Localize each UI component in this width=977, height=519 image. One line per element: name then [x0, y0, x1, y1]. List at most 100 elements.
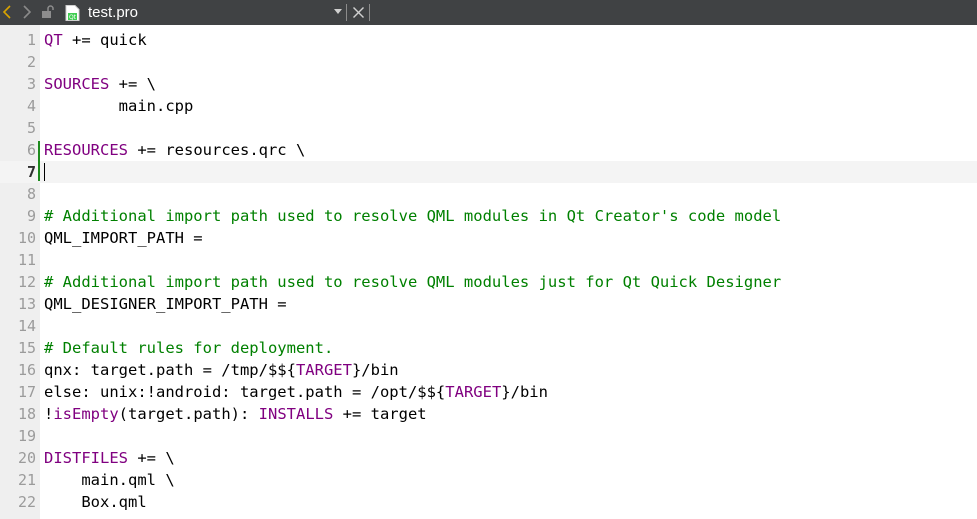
code-token: }/bin: [501, 383, 548, 401]
code-line[interactable]: 12 # Additional import path used to resol…: [0, 271, 977, 293]
code-line[interactable]: 18 !isEmpty(target.path): INSTALLS += tar…: [0, 403, 977, 425]
keyword-token: RESOURCES: [44, 141, 128, 159]
line-number: 7: [26, 163, 36, 181]
close-icon[interactable]: [351, 5, 366, 20]
code-line[interactable]: 16 qnx: target.path = /tmp/$${TARGET}/bin: [0, 359, 977, 381]
line-number: 22: [17, 493, 36, 511]
code-token: else: unix:!android: target.path = /opt/…: [44, 383, 446, 401]
back-button[interactable]: [0, 2, 16, 22]
line-text: QML_DESIGNER_IMPORT_PATH =: [44, 293, 287, 315]
line-text: QML_IMPORT_PATH =: [44, 227, 203, 249]
keyword-token: TARGET: [295, 361, 352, 379]
code-token: += target: [333, 405, 427, 423]
line-number: 6: [26, 141, 36, 159]
code-token: += resources.qrc \: [128, 141, 306, 159]
line-text: DISTFILES += \: [44, 447, 175, 469]
code-line[interactable]: 11: [0, 249, 977, 271]
keyword-token: isEmpty: [53, 405, 119, 423]
line-number: 1: [26, 31, 36, 49]
line-number: 2: [26, 53, 36, 71]
chevron-left-icon: [2, 5, 11, 19]
toolbar-divider: [346, 4, 347, 21]
code-line[interactable]: 5: [0, 117, 977, 139]
line-number: 17: [17, 383, 36, 401]
open-file-name: test.pro: [88, 4, 139, 21]
code-line[interactable]: 1 QT += quick: [0, 29, 977, 51]
line-text: else: unix:!android: target.path = /opt/…: [44, 381, 548, 403]
line-number: 19: [17, 427, 36, 445]
line-number: 21: [17, 471, 36, 489]
line-number: 18: [17, 405, 36, 423]
code-token: += \: [109, 75, 156, 93]
line-number: 3: [26, 75, 36, 93]
keyword-token: QT: [44, 31, 63, 49]
code-line[interactable]: 4 main.cpp: [0, 95, 977, 117]
line-number: 13: [17, 295, 36, 313]
line-number: 11: [17, 251, 36, 269]
code-line[interactable]: 9 # Additional import path used to resolv…: [0, 205, 977, 227]
line-number: 20: [17, 449, 36, 467]
code-token: !: [44, 405, 54, 423]
comment-token: # Default rules for deployment.: [44, 339, 334, 357]
code-line[interactable]: 17 else: unix:!android: target.path = /op…: [0, 381, 977, 403]
qt-project-file-icon: Qt: [65, 5, 80, 21]
keyword-token: DISTFILES: [44, 449, 128, 467]
line-text: RESOURCES += resources.qrc \: [44, 139, 305, 161]
code-token: qnx: target.path = /tmp/$${: [44, 361, 296, 379]
text-editor[interactable]: 1 QT += quick 2 3 SOURCES += \ 4 main.cpp 5 6 RE…: [0, 25, 977, 519]
code-line[interactable]: 7: [0, 161, 977, 183]
line-number: 15: [17, 339, 36, 357]
code-token: (target.path):: [118, 405, 259, 423]
chevron-right-icon: [23, 5, 32, 19]
code-line[interactable]: 15 # Default rules for deployment.: [0, 337, 977, 359]
line-text: # Additional import path used to resolve…: [44, 205, 781, 227]
change-marker: [38, 141, 40, 181]
code-lines: 1 QT += quick 2 3 SOURCES += \ 4 main.cpp 5 6 RE…: [0, 29, 977, 513]
line-text: # Additional import path used to resolve…: [44, 271, 781, 293]
code-line[interactable]: 2: [0, 51, 977, 73]
code-line[interactable]: 6 RESOURCES += resources.qrc \: [0, 139, 977, 161]
code-token: main.cpp: [44, 97, 194, 115]
code-token: QML_IMPORT_PATH =: [44, 229, 203, 247]
line-text: qnx: target.path = /tmp/$${TARGET}/bin: [44, 359, 399, 381]
line-number: 4: [26, 97, 36, 115]
code-token: }/bin: [351, 361, 399, 379]
code-line[interactable]: 19: [0, 425, 977, 447]
code-line[interactable]: 14: [0, 315, 977, 337]
code-token: += quick: [62, 31, 147, 49]
code-token: += \: [128, 449, 175, 467]
line-text: main.qml \: [44, 469, 175, 491]
code-line[interactable]: 8: [0, 183, 977, 205]
keyword-token: SOURCES: [44, 75, 110, 93]
editor-toolbar: Qt test.pro: [0, 0, 977, 25]
comment-token: # Additional import path used to resolve…: [44, 273, 782, 291]
line-number: 14: [17, 317, 36, 335]
code-line[interactable]: 21 main.qml \: [0, 469, 977, 491]
keyword-token: TARGET: [445, 383, 502, 401]
svg-text:Qt: Qt: [69, 14, 77, 21]
line-number: 5: [26, 119, 36, 137]
code-token: Box.qml: [44, 493, 147, 511]
line-number: 16: [17, 361, 36, 379]
unlock-icon[interactable]: [41, 5, 55, 19]
code-line[interactable]: 13 QML_DESIGNER_IMPORT_PATH =: [0, 293, 977, 315]
line-number: 8: [26, 185, 36, 203]
code-line[interactable]: 3 SOURCES += \: [0, 73, 977, 95]
line-text: !isEmpty(target.path): INSTALLS += targe…: [44, 403, 427, 425]
line-text: QT += quick: [44, 29, 147, 51]
code-line[interactable]: 20 DISTFILES += \: [0, 447, 977, 469]
text-cursor: [44, 163, 45, 181]
code-token: QML_DESIGNER_IMPORT_PATH =: [44, 295, 287, 313]
toolbar-divider: [369, 4, 370, 21]
keyword-token: INSTALLS: [258, 405, 334, 423]
line-text: main.cpp: [44, 95, 194, 117]
code-line[interactable]: 10 QML_IMPORT_PATH =: [0, 227, 977, 249]
line-number: 9: [26, 207, 36, 225]
forward-button[interactable]: [18, 2, 34, 22]
line-text: SOURCES += \: [44, 73, 156, 95]
code-token: main.qml \: [44, 471, 175, 489]
line-text: # Default rules for deployment.: [44, 337, 333, 359]
code-line[interactable]: 22 Box.qml: [0, 491, 977, 513]
line-number: 10: [17, 229, 36, 247]
triangle-down-icon[interactable]: [333, 8, 343, 16]
